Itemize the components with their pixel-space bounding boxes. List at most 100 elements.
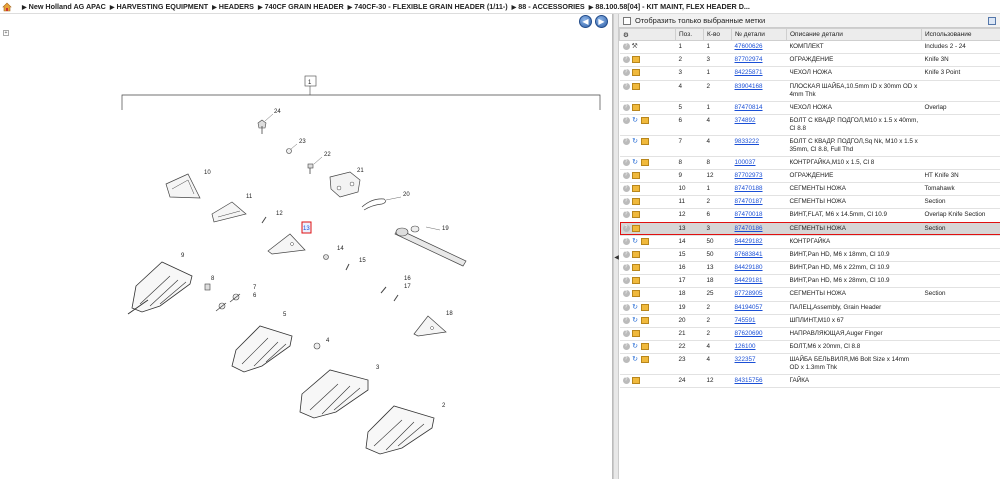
box-icon[interactable] <box>631 56 640 64</box>
part-number-link[interactable]: 9833222 <box>735 138 760 145</box>
box-icon[interactable] <box>631 103 640 111</box>
part-16[interactable] <box>380 286 387 294</box>
info-icon[interactable]: ? <box>622 277 630 285</box>
info-icon[interactable]: ? <box>622 43 630 50</box>
box-icon[interactable] <box>631 211 640 219</box>
col-header-use[interactable]: Использование <box>921 28 1000 41</box>
part-number-link[interactable]: 87620690 <box>735 330 763 337</box>
table-row[interactable]: ? ↻ 14 50 84429182 КОНТРГАЙКА <box>619 235 1000 249</box>
box-icon[interactable] <box>631 250 640 258</box>
box-icon[interactable] <box>631 377 640 385</box>
col-header-desc[interactable]: Описание детали <box>786 28 922 41</box>
part-18[interactable] <box>413 315 447 337</box>
part-20[interactable] <box>361 198 386 211</box>
info-icon[interactable]: ? <box>622 224 630 232</box>
table-row[interactable]: ? 13 3 87470186 СЕГМЕНТЫ НОЖА Section <box>619 222 1000 236</box>
part-number-link[interactable]: 126100 <box>735 343 756 350</box>
box-icon[interactable] <box>631 198 640 206</box>
table-row[interactable]: ? 12 6 87470018 ВИНТ,FLAT, M6 x 14.5mm, Cl 1… <box>619 208 1000 223</box>
part-21[interactable] <box>329 171 361 198</box>
info-icon[interactable]: ? <box>622 82 630 90</box>
part-number-link[interactable]: 84429180 <box>735 264 763 271</box>
table-row[interactable]: ? 16 13 84429180 ВИНТ,Pan HD, M6 x 22mm, Cl … <box>619 261 1000 276</box>
box-icon[interactable] <box>640 116 649 124</box>
table-row[interactable]: ? ↻ 19 2 84194057 ПАЛЕЦ,Assembly, Grain Heade… <box>619 301 1000 315</box>
info-icon[interactable]: ? <box>622 103 630 111</box>
part-number-link[interactable]: 84225871 <box>735 69 763 76</box>
info-icon[interactable]: ? <box>622 290 630 298</box>
box-icon[interactable] <box>640 303 649 311</box>
part-23[interactable] <box>286 148 292 154</box>
table-row[interactable]: ? 11 2 87470187 СЕГМЕНТЫ НОЖА Section <box>619 195 1000 210</box>
replace-arrow-icon[interactable]: ↻ <box>632 138 639 145</box>
grid-settings-icon[interactable] <box>988 17 996 25</box>
table-row[interactable]: ? ↻ 7 4 9833222 БОЛТ С КВАДР. ПОДГОЛ,Sq Nk, M… <box>619 135 1000 157</box>
info-icon[interactable]: ? <box>622 69 630 77</box>
part-number-link[interactable]: 322357 <box>735 356 756 363</box>
part-number-link[interactable]: 87470188 <box>735 185 763 192</box>
part-12[interactable] <box>261 216 267 224</box>
part-15[interactable] <box>345 263 350 271</box>
col-header-pos[interactable]: Поз. <box>675 28 704 41</box>
col-header-qty[interactable]: К-во <box>703 28 732 41</box>
table-row[interactable]: ? 24 12 84315756 ГАЙКА <box>619 374 1000 389</box>
info-icon[interactable]: ? <box>622 237 630 245</box>
part-number-link[interactable]: 87470814 <box>735 104 763 111</box>
info-icon[interactable]: ? <box>622 211 630 219</box>
box-icon[interactable] <box>640 158 649 166</box>
part-number-link[interactable]: 84194057 <box>735 304 763 311</box>
box-icon[interactable] <box>640 137 649 145</box>
info-icon[interactable]: ? <box>622 264 630 272</box>
breadcrumb-item[interactable]: ▶ 740CF-30 - FLEXIBLE GRAIN HEADER (1/11-… <box>344 2 508 11</box>
info-icon[interactable]: ? <box>622 303 630 311</box>
info-icon[interactable]: ? <box>622 116 630 124</box>
info-icon[interactable]: ? <box>622 250 630 258</box>
replace-arrow-icon[interactable]: ↻ <box>632 117 639 124</box>
info-icon[interactable]: ? <box>622 356 630 364</box>
table-row[interactable]: ? 17 18 84429181 ВИНТ,Pan HD, M6 x 28mm, Cl … <box>619 274 1000 289</box>
breadcrumb-item[interactable]: ▶ 88.100.58[04] - KIT MAINT, FLEX HEADER … <box>585 2 750 11</box>
part-6[interactable] <box>215 302 227 312</box>
table-row[interactable]: ? 21 2 87620690 НАПРАВЛЯЮЩАЯ,Auger Finger <box>619 327 1000 342</box>
table-row[interactable]: ? ↻ 6 4 374892 БОЛТ С КВАДР. ПОДГОЛ,M10 x 1.5… <box>619 114 1000 136</box>
box-icon[interactable] <box>631 277 640 285</box>
info-icon[interactable]: ? <box>622 343 630 351</box>
part-number-link[interactable]: 87702973 <box>735 172 763 179</box>
part-number-link[interactable]: 374892 <box>735 117 756 124</box>
part-4[interactable] <box>313 342 321 350</box>
part-14[interactable] <box>323 254 329 260</box>
box-icon[interactable] <box>631 171 640 179</box>
part-number-link[interactable]: 84429182 <box>735 238 763 245</box>
info-icon[interactable]: ? <box>622 198 630 206</box>
table-row[interactable]: ? 3 1 84225871 ЧЕХОЛ НОЖА Knife 3 Point <box>619 66 1000 81</box>
part-19[interactable] <box>394 225 467 267</box>
table-row[interactable]: ? ↻ 20 2 745591 ШПЛИНТ,M10 x 67 <box>619 314 1000 328</box>
part-9[interactable] <box>127 261 193 315</box>
replace-arrow-icon[interactable]: ↻ <box>632 238 639 245</box>
box-icon[interactable] <box>631 82 640 90</box>
box-icon[interactable] <box>631 224 640 232</box>
wrench-icon[interactable]: ⚒ <box>632 43 640 50</box>
table-row[interactable]: ? ↻ 22 4 126100 БОЛТ,M6 x 20mm, Cl 8.8 <box>619 340 1000 355</box>
table-row[interactable]: ? 5 1 87470814 ЧЕХОЛ НОЖА Overlap <box>619 101 1000 115</box>
info-icon[interactable]: ? <box>622 171 630 179</box>
part-11[interactable] <box>211 201 247 223</box>
box-icon[interactable] <box>640 356 649 364</box>
part-10[interactable] <box>165 173 201 199</box>
replace-arrow-icon[interactable]: ↻ <box>632 356 639 363</box>
box-icon[interactable] <box>640 343 649 351</box>
replace-arrow-icon[interactable]: ↻ <box>632 159 639 166</box>
table-row[interactable]: ? ↻ 8 8 100037 КОНТРГАЙКА,M10 x 1.5, Cl 8 <box>619 156 1000 170</box>
box-icon[interactable] <box>631 290 640 298</box>
info-icon[interactable]: ? <box>622 137 630 145</box>
box-icon[interactable] <box>631 185 640 193</box>
breadcrumb-item[interactable]: ▶ HARVESTING EQUIPMENT <box>106 2 208 11</box>
part-number-link[interactable]: 87470187 <box>735 198 763 205</box>
table-row[interactable]: ? 2 3 87702974 ОГРАЖДЕНИЕ Knife 3N <box>619 53 1000 68</box>
part-number-link[interactable]: 87728905 <box>735 290 763 297</box>
part-number-link[interactable]: 47600626 <box>735 43 763 50</box>
part-5[interactable] <box>231 325 293 373</box>
show-selected-checkbox[interactable] <box>623 16 631 25</box>
box-icon[interactable] <box>640 316 649 324</box>
settings-gear-icon[interactable]: ⚙ <box>619 28 676 41</box>
